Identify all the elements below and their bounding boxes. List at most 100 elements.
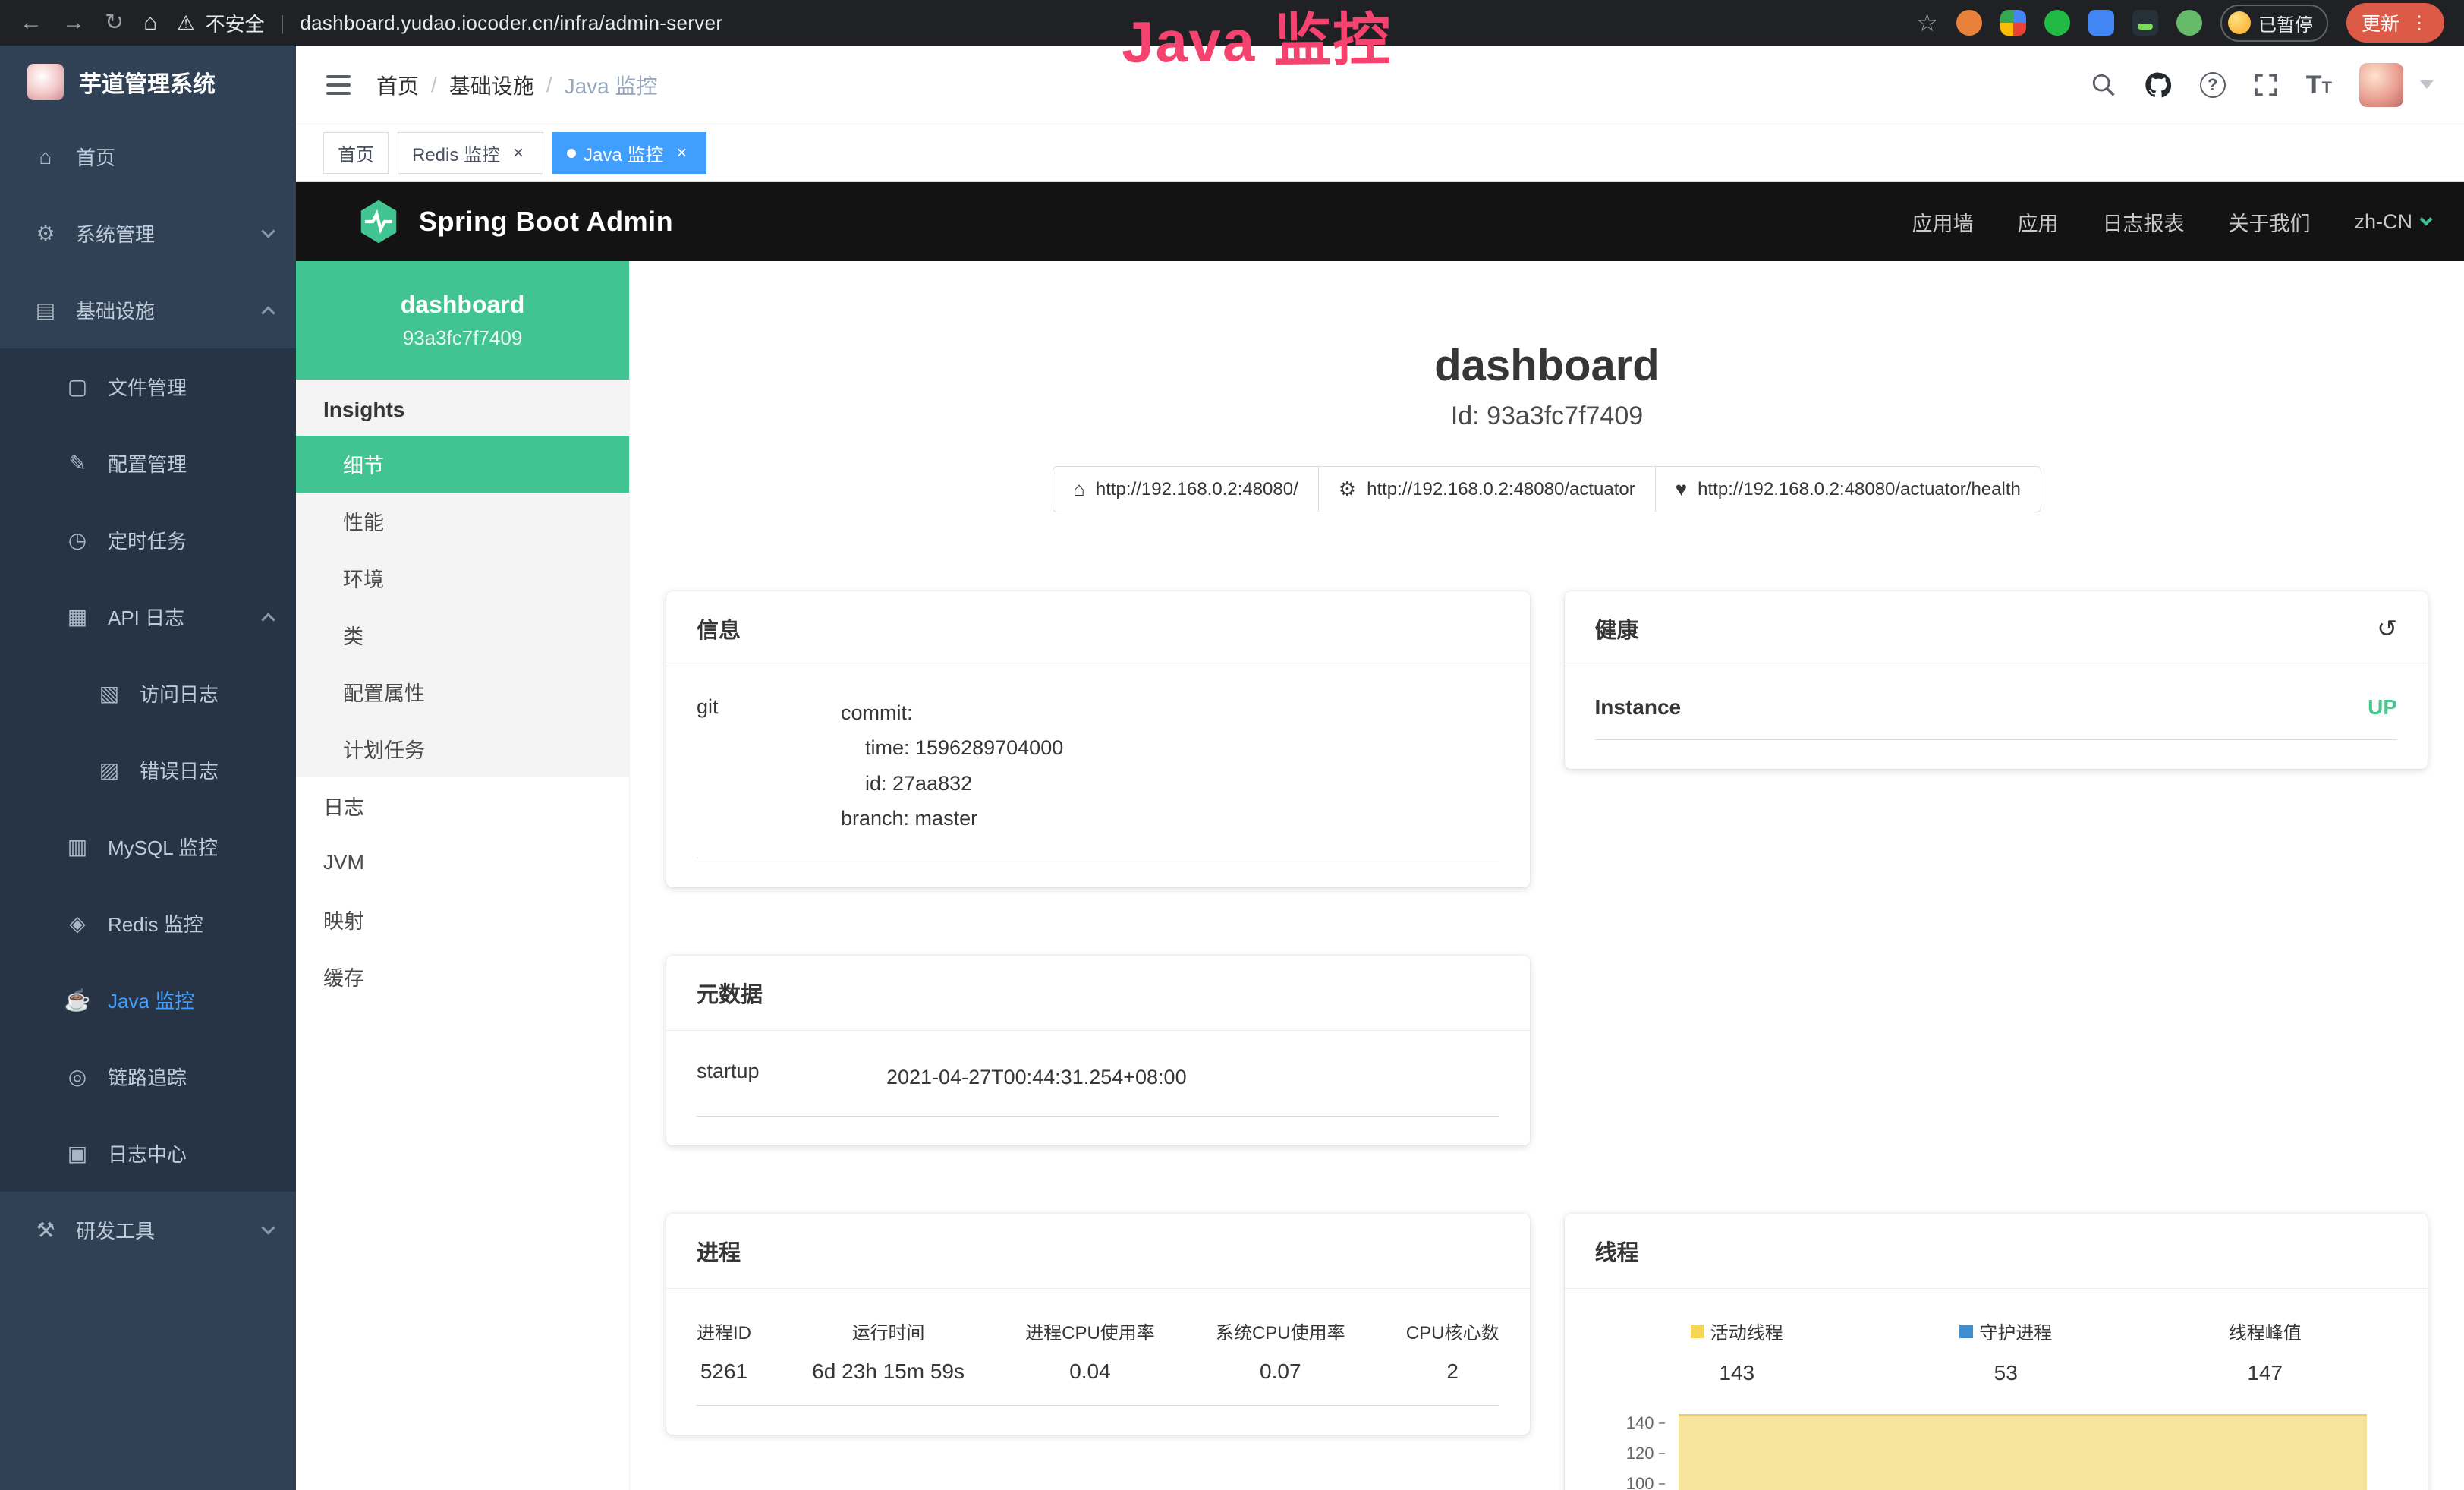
extension-icon-orange[interactable] <box>1956 10 1982 36</box>
gear-icon: ⚙ <box>32 221 59 246</box>
sba-menu-classes[interactable]: 类 <box>296 606 629 663</box>
browser-update-button[interactable]: 更新 ⋮ <box>2346 3 2444 43</box>
update-label: 更新 <box>2362 9 2399 36</box>
sidebar-item-home[interactable]: ⌂ 首页 <box>0 118 296 195</box>
user-avatar[interactable] <box>2359 63 2403 107</box>
breadcrumb-infrastructure[interactable]: 基础设施 <box>449 70 534 100</box>
sba-brand[interactable]: Spring Boot Admin <box>355 198 673 245</box>
sba-menu-logs[interactable]: 日志 <box>296 777 629 834</box>
legend-swatch-live <box>1691 1325 1704 1338</box>
sidebar-item-redis-monitor[interactable]: ◈ Redis 监控 <box>0 885 296 962</box>
app-brand: 芋道管理系统 <box>0 46 296 118</box>
tab-java-monitor[interactable]: Java 监控 × <box>552 132 706 174</box>
close-icon[interactable]: × <box>671 143 692 164</box>
sidebar-item-java-monitor[interactable]: ☕ Java 监控 <box>0 962 296 1038</box>
breadcrumb-separator: / <box>431 73 437 97</box>
sba-menu-performance[interactable]: 性能 <box>296 493 629 550</box>
help-icon[interactable]: ? <box>2200 72 2226 98</box>
document-icon: ▨ <box>96 758 123 783</box>
card-title: 进程 <box>697 1235 741 1267</box>
tab-redis-monitor[interactable]: Redis 监控 × <box>398 132 543 174</box>
browser-forward-button[interactable]: → <box>62 11 85 34</box>
address-bar[interactable]: ⚠ 不安全 | dashboard.yudao.iocoder.cn/infra… <box>177 9 722 37</box>
process-col-system-cpu: 系统CPU使用率 0.07 <box>1216 1318 1345 1384</box>
breadcrumb-separator: / <box>546 73 552 97</box>
sba-nav-about[interactable]: 关于我们 <box>2228 207 2310 237</box>
sba-logo-icon <box>355 198 402 245</box>
sidebar-item-access-logs[interactable]: ▧ 访问日志 <box>0 655 296 732</box>
extension-icon-on-badge[interactable] <box>2132 10 2158 36</box>
extension-icon-green-v[interactable] <box>2044 10 2070 36</box>
sidebar-item-mysql-monitor[interactable]: ▥ MySQL 监控 <box>0 808 296 885</box>
fullscreen-icon[interactable] <box>2253 72 2279 98</box>
chevron-up-icon <box>261 306 275 320</box>
menu-label: JVM <box>323 851 364 874</box>
font-size-icon[interactable]: TT <box>2306 72 2332 98</box>
sidebar-item-label: 系统管理 <box>76 219 155 247</box>
sidebar-item-trace[interactable]: ◎ 链路追踪 <box>0 1038 296 1115</box>
log-center-icon: ▣ <box>64 1141 91 1166</box>
breadcrumb-home[interactable]: 首页 <box>376 70 419 100</box>
sidebar-item-dev-tools[interactable]: ⚒ 研发工具 <box>0 1192 296 1268</box>
extension-icon-leaf[interactable] <box>2176 10 2202 36</box>
metadata-row-startup: startup 2021-04-27T00:44:31.254+08:00 <box>697 1060 1499 1117</box>
sba-menu-scheduled-tasks[interactable]: 计划任务 <box>296 720 629 777</box>
sidebar-item-log-center[interactable]: ▣ 日志中心 <box>0 1115 296 1192</box>
menu-label: 细节 <box>343 449 384 479</box>
browser-toolbar: ← → ↻ ⌂ ⚠ 不安全 | dashboard.yudao.iocoder.… <box>0 0 2464 46</box>
sba-menu-jvm[interactable]: JVM <box>296 834 629 891</box>
browser-menu-icon[interactable]: ⋮ <box>2410 12 2429 34</box>
sidebar-item-scheduled-tasks[interactable]: ◷ 定时任务 <box>0 502 296 578</box>
health-url-link[interactable]: ♥ http://192.168.0.2:48080/actuator/heal… <box>1656 466 2041 512</box>
health-card: 健康 ↺ Instance UP <box>1565 591 2428 769</box>
instance-title: dashboard <box>666 340 2428 391</box>
browser-back-button[interactable]: ← <box>20 11 42 34</box>
actuator-url-link[interactable]: ⚙ http://192.168.0.2:48080/actuator <box>1319 466 1656 512</box>
sidebar-item-system-management[interactable]: ⚙ 系统管理 <box>0 195 296 272</box>
tab-label: 首页 <box>338 140 374 166</box>
sba-navbar: Spring Boot Admin 应用墙 应用 日志报表 关于我们 zh-CN <box>296 182 2464 261</box>
info-card: 信息 git commit: time: 1596289704000 id: 2… <box>666 591 1530 887</box>
sba-nav-journal[interactable]: 日志报表 <box>2102 207 2184 237</box>
sba-menu-configprops[interactable]: 配置属性 <box>296 663 629 720</box>
sba-menu-details[interactable]: 细节 <box>296 436 629 493</box>
sidebar-item-infrastructure[interactable]: ▤ 基础设施 <box>0 272 296 348</box>
extension-icon-pin[interactable] <box>2000 10 2026 36</box>
sba-menu-caches[interactable]: 缓存 <box>296 948 629 1005</box>
avatar-dropdown-caret[interactable] <box>2420 80 2434 89</box>
github-icon[interactable] <box>2144 71 2173 99</box>
browser-home-button[interactable]: ⌂ <box>143 11 157 34</box>
sidebar-item-error-logs[interactable]: ▨ 错误日志 <box>0 732 296 808</box>
info-row-git: git commit: time: 1596289704000 id: 27aa… <box>697 695 1499 858</box>
extension-icon-grid[interactable] <box>2088 10 2114 36</box>
sidebar-item-api-logs[interactable]: ▦ API 日志 <box>0 578 296 655</box>
threads-chart-plot <box>1674 1408 2398 1490</box>
close-icon[interactable]: × <box>508 143 529 164</box>
edit-icon: ✎ <box>64 451 91 476</box>
sba-locale-select[interactable]: zh-CN <box>2354 210 2431 234</box>
sba-nav-wallboard[interactable]: 应用墙 <box>1912 207 1973 237</box>
instance-url-link[interactable]: ⌂ http://192.168.0.2:48080/ <box>1053 466 1319 512</box>
log-icon: ▦ <box>64 604 91 629</box>
hamburger-icon[interactable] <box>326 75 351 95</box>
security-label: 不安全 <box>206 9 265 37</box>
tab-home[interactable]: 首页 <box>323 132 389 174</box>
bookmark-star-icon[interactable]: ☆ <box>1916 8 1938 37</box>
paused-extension-badge[interactable]: 已暂停 <box>2220 5 2328 42</box>
sba-instance-header[interactable]: dashboard 93a3fc7f7409 <box>296 261 629 380</box>
eye-icon: ◎ <box>64 1064 91 1089</box>
sidebar-item-label: 访问日志 <box>140 679 219 707</box>
sidebar-item-config-management[interactable]: ✎ 配置管理 <box>0 425 296 502</box>
sba-nav-applications[interactable]: 应用 <box>2017 207 2058 237</box>
browser-reload-button[interactable]: ↻ <box>105 11 124 34</box>
sba-menu-environment[interactable]: 环境 <box>296 550 629 606</box>
app-sidebar: 芋道管理系统 ⌂ 首页 ⚙ 系统管理 ▤ 基础设施 ▢ 文件管理 ✎ 配置管理 <box>0 46 296 1490</box>
card-title: 元数据 <box>697 977 763 1009</box>
legend-swatch-daemon <box>1959 1325 1973 1338</box>
home-icon: ⌂ <box>1073 477 1085 501</box>
history-icon[interactable]: ↺ <box>2377 616 2397 641</box>
sba-menu-mappings[interactable]: 映射 <box>296 891 629 948</box>
menu-label: 环境 <box>343 563 384 593</box>
sidebar-item-file-management[interactable]: ▢ 文件管理 <box>0 348 296 425</box>
search-icon[interactable] <box>2091 72 2116 98</box>
